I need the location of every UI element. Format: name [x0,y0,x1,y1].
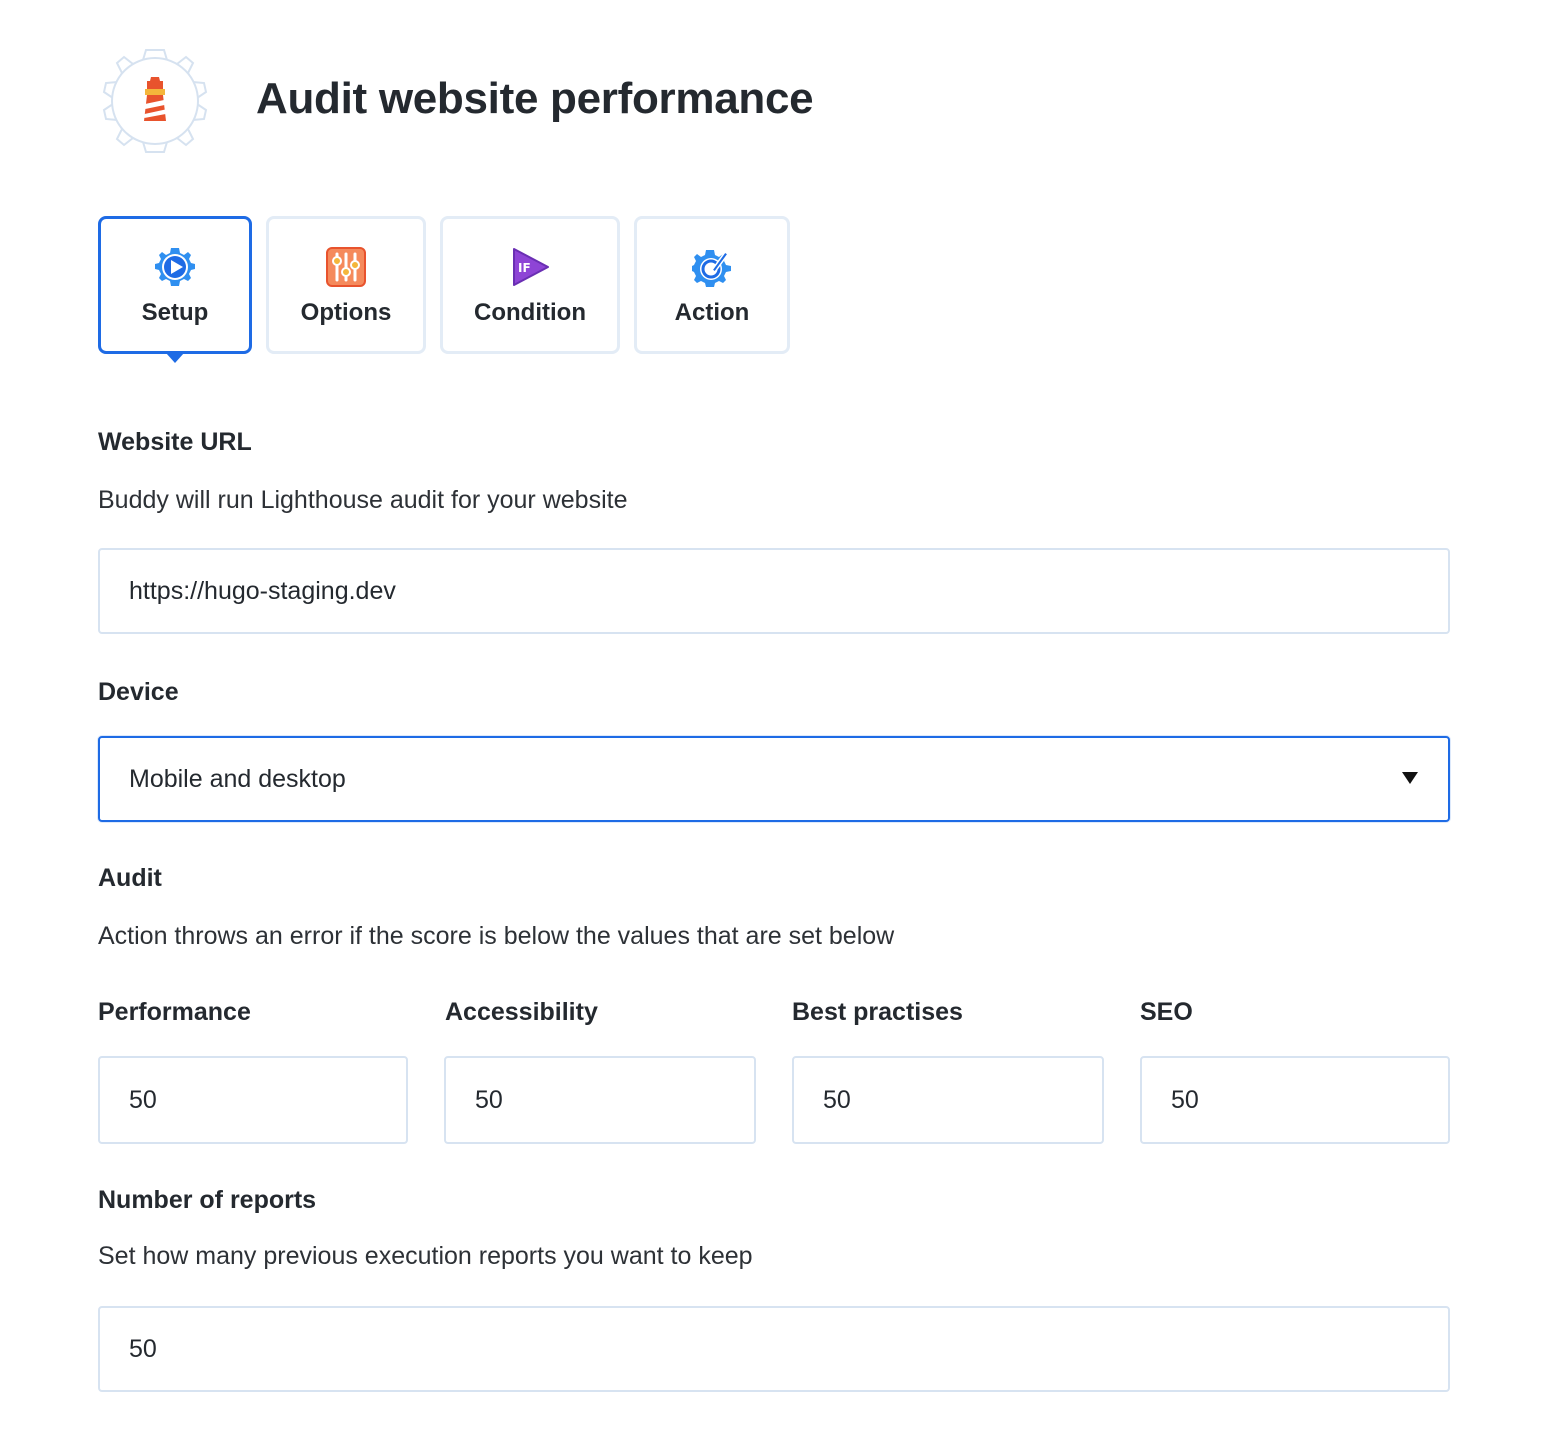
accessibility-input[interactable]: 50 [444,1056,756,1144]
device-select-value: Mobile and desktop [129,764,346,793]
website-url-value: https://hugo-staging.dev [129,576,396,605]
tab-options[interactable]: Options [266,216,426,354]
reports-value: 50 [129,1334,157,1363]
if-play-icon: IF [508,245,552,289]
sliders-icon [324,245,368,289]
website-url-input[interactable]: https://hugo-staging.dev [98,548,1450,634]
page-title: Audit website performance [256,74,814,123]
performance-input[interactable]: 50 [98,1056,408,1144]
reports-input[interactable]: 50 [98,1306,1450,1392]
tab-action[interactable]: Action [634,216,790,354]
tab-condition-label: Condition [474,299,586,326]
gear-play-icon [153,245,197,289]
caret-down-icon [1402,772,1418,784]
tab-options-label: Options [300,299,392,326]
best-practises-value: 50 [823,1085,851,1114]
page-header [98,46,212,156]
performance-value: 50 [129,1085,157,1114]
audit-help: Action throws an error if the score is b… [98,922,895,950]
tab-bar: Setup Options IF Condition Action [98,216,790,363]
best-practises-input[interactable]: 50 [792,1056,1104,1144]
performance-label: Performance [98,998,251,1026]
website-url-label: Website URL [98,428,252,456]
device-select[interactable]: Mobile and desktop [98,736,1450,822]
audit-label: Audit [98,864,162,892]
accessibility-label: Accessibility [445,998,598,1026]
website-url-help: Buddy will run Lighthouse audit for your… [98,486,628,514]
tab-setup[interactable]: Setup [98,216,252,363]
tab-setup-label: Setup [141,299,209,326]
reports-help: Set how many previous execution reports … [98,1242,753,1270]
seo-input[interactable]: 50 [1140,1056,1450,1144]
device-label: Device [98,678,179,706]
svg-text:IF: IF [518,261,531,275]
tab-condition[interactable]: IF Condition [440,216,620,354]
accessibility-value: 50 [475,1085,503,1114]
gear-pointer-icon [690,245,734,289]
lighthouse-gear-icon [98,46,212,156]
reports-label: Number of reports [98,1186,317,1214]
tab-action-label: Action [674,299,750,326]
seo-value: 50 [1171,1085,1199,1114]
seo-label: SEO [1140,998,1193,1026]
best-practises-label: Best practises [792,998,963,1026]
